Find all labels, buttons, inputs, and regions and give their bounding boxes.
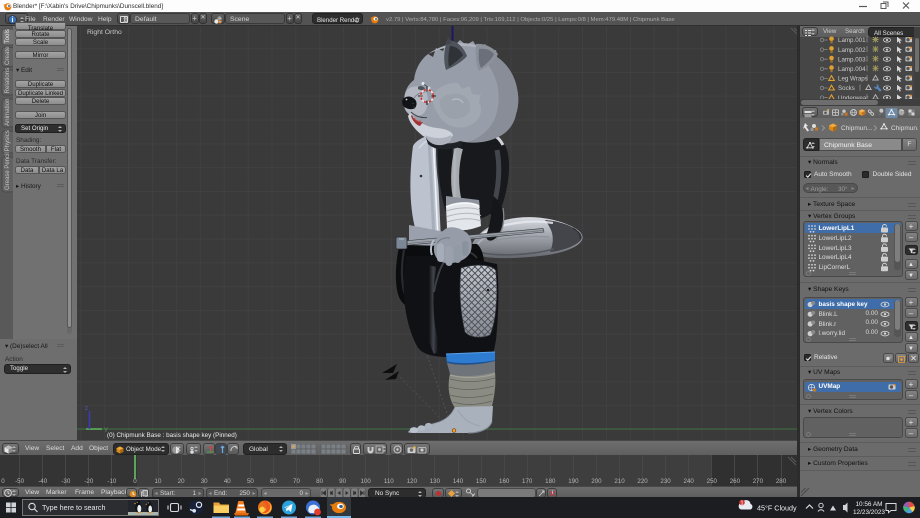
svg-text:i: i (12, 17, 14, 24)
svg-text:Lamp.004: Lamp.004 (838, 66, 866, 73)
svg-text:12/23/2023: 12/23/2023 (853, 509, 885, 516)
svg-text:10:56 AM: 10:56 AM (855, 501, 882, 508)
svg-text:Tools: Tools (4, 29, 11, 43)
svg-text:1: 1 (740, 501, 743, 507)
svg-text:Lamp.001: Lamp.001 (838, 37, 866, 44)
svg-text:Socks: Socks (838, 85, 855, 92)
svg-text:45°F Cloudy: 45°F Cloudy (757, 504, 797, 513)
svg-text:Chipmun...: Chipmun... (841, 125, 873, 132)
svg-text:z: z (85, 406, 88, 412)
svg-text:Relations: Relations (4, 68, 11, 94)
svg-text:Lamp.003: Lamp.003 (838, 56, 866, 63)
svg-text:Leg Wraps: Leg Wraps (838, 75, 868, 82)
svg-text:Physics: Physics (4, 130, 11, 151)
svg-text:Type here to search: Type here to search (42, 503, 106, 512)
svg-text:Chipmun...: Chipmun... (891, 125, 918, 132)
svg-text:Grease Pencil: Grease Pencil (5, 152, 11, 190)
svg-text:Animation: Animation (4, 98, 11, 126)
svg-text:Create: Create (4, 46, 11, 65)
svg-text:Lamp.002: Lamp.002 (838, 46, 866, 53)
